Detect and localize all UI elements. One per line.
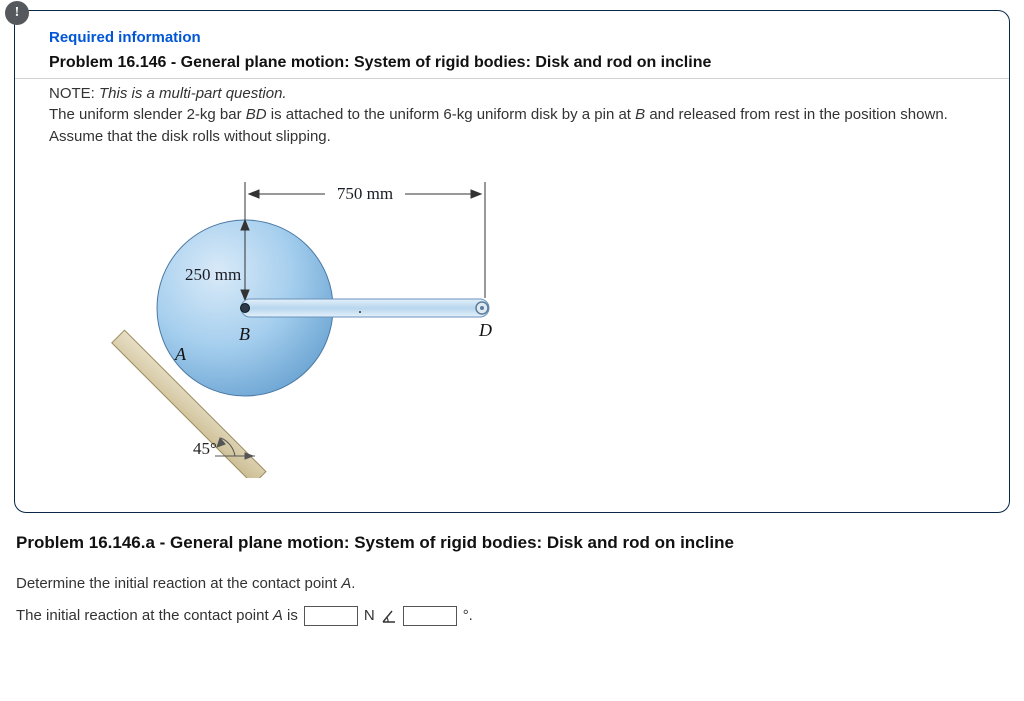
unit-n: N — [364, 607, 375, 624]
note-text: This is a multi-part question. — [99, 85, 287, 102]
sub-problem-title: Problem 16.146.a - General plane motion:… — [16, 533, 1010, 553]
answer-var-A: A — [273, 607, 283, 624]
angle-label: 45° — [193, 439, 217, 458]
problem-body: The uniform slender 2-kg bar BD is attac… — [49, 104, 985, 148]
var-BD: BD — [246, 106, 267, 123]
divider — [15, 78, 1009, 79]
required-information-label: Required information — [49, 29, 985, 46]
label-b: B — [239, 324, 250, 344]
bar-bd — [241, 299, 489, 317]
answer-text: The initial reaction at the contact poin… — [16, 607, 298, 624]
note-line: NOTE: This is a multi-part question. — [49, 85, 985, 102]
answer-line: The initial reaction at the contact poin… — [16, 606, 1010, 626]
magnitude-input[interactable] — [304, 606, 358, 626]
body-text-1: The uniform slender 2-kg bar — [49, 106, 246, 123]
answer-text-2: is — [283, 607, 298, 624]
prompt-text-2: . — [351, 575, 355, 592]
dimension-radius-label: 250 mm — [185, 265, 241, 284]
label-d: D — [478, 320, 492, 340]
alert-icon: ! — [5, 1, 29, 25]
prompt-text-1: Determine the initial reaction at the co… — [16, 575, 341, 592]
label-a: A — [174, 344, 187, 364]
body-text-2: is attached to the uniform 6-kg uniform … — [267, 106, 636, 123]
problem-title: Problem 16.146 - General plane motion: S… — [49, 54, 985, 72]
dimension-top-label: 750 mm — [337, 184, 393, 203]
prompt-var-A: A — [341, 575, 351, 592]
var-B: B — [635, 106, 645, 123]
problem-card: ! Required information Problem 16.146 - … — [14, 10, 1010, 513]
dot — [359, 311, 361, 313]
note-label: NOTE: — [49, 85, 99, 102]
answer-text-1: The initial reaction at the contact poin… — [16, 607, 273, 624]
prompt-line: Determine the initial reaction at the co… — [16, 575, 1010, 592]
angle-icon — [381, 607, 397, 624]
angle-input[interactable] — [403, 606, 457, 626]
figure-svg: 750 mm 45° 250 mm — [85, 168, 505, 478]
pin-d-inner — [480, 306, 484, 310]
pin-b — [241, 303, 250, 312]
degree-symbol: °. — [463, 607, 473, 624]
figure: 750 mm 45° 250 mm — [85, 168, 985, 478]
